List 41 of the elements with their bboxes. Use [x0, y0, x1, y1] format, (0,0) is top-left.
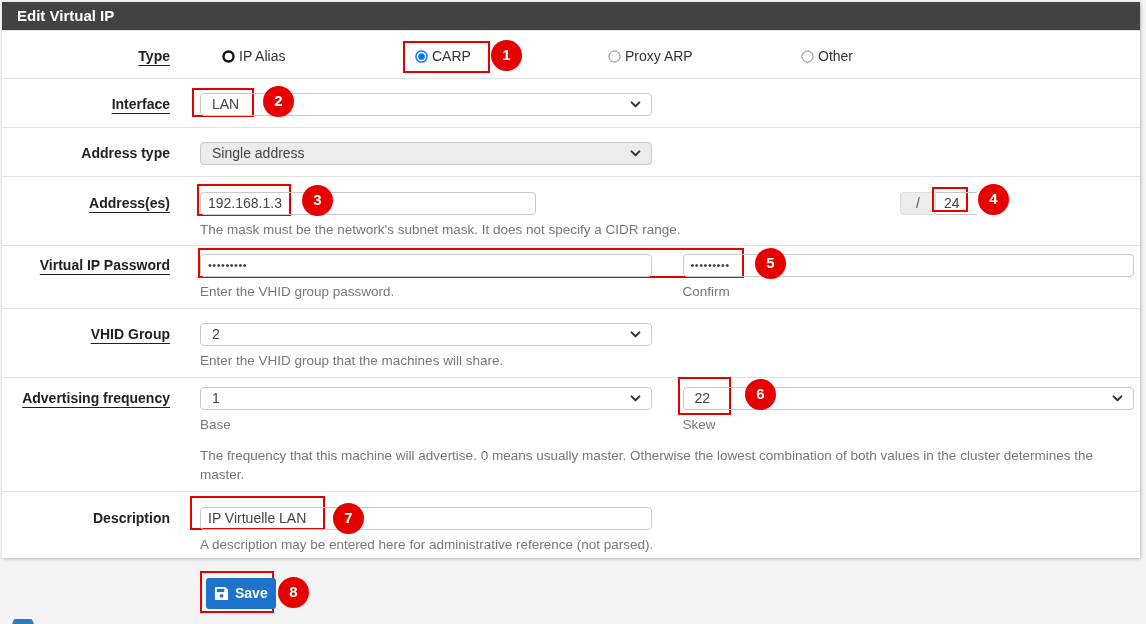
highlight-frame [192, 88, 254, 117]
label-link[interactable]: Advertising frequency [22, 387, 170, 410]
radio-option[interactable]: Other [801, 45, 853, 67]
help-text: The frequency that this machine will advertise. 0 means usually master. Otherwise the lowest combination of both values in the cluster determines the master. [200, 447, 1094, 484]
help-text: The mask must be the network's subnet mask. It does not specify a CIDR range. [200, 221, 682, 239]
label-link[interactable]: VHID Group [90, 323, 170, 346]
round-icon [12, 619, 34, 624]
step-marker: 8 [278, 577, 309, 608]
help-text: A description may be entered here for administrative reference (not parsed). [200, 536, 655, 554]
label-link[interactable]: Interface [111, 93, 170, 116]
radio-button-icon[interactable] [415, 49, 428, 63]
chevron-down-icon [629, 395, 641, 402]
label-link[interactable]: Type [138, 45, 170, 68]
help-text: Enter the VHID group that the machines will share. [200, 352, 505, 370]
highlight-frame [932, 187, 968, 212]
select-field[interactable]: 2 [200, 323, 652, 346]
chevron-down-icon [1112, 395, 1123, 402]
radio-button-icon[interactable] [222, 49, 235, 63]
input-addon: / [900, 192, 936, 215]
chevron-down-icon [630, 150, 641, 157]
radio-button-icon[interactable] [801, 49, 814, 63]
radio-button-icon[interactable] [608, 49, 621, 63]
help-text: Skew [682, 416, 717, 434]
password-input[interactable]: ••••••••• [200, 254, 652, 277]
panel-title: Edit Virtual IP [17, 5, 115, 26]
chevron-down-icon [630, 101, 641, 108]
field-label: Description [93, 509, 170, 528]
label-link[interactable]: Address(es) [89, 192, 170, 215]
save-button[interactable]: Save [206, 578, 276, 609]
highlight-frame [678, 377, 731, 415]
mask-select[interactable]: 24 [936, 192, 977, 215]
label-link[interactable]: Virtual IP Password [39, 254, 170, 277]
help-text: Enter the VHID group password. [200, 283, 396, 301]
help-text: Confirm [682, 283, 731, 301]
radio-option[interactable]: CARP [415, 45, 471, 67]
help-text: Base [200, 416, 232, 434]
radio-option[interactable]: IP Alias [222, 45, 286, 67]
field-label: Address type [81, 144, 170, 163]
chevron-down-icon [630, 331, 641, 338]
radio-option[interactable]: Proxy ARP [608, 45, 693, 67]
select-field[interactable]: 1 [200, 387, 652, 410]
